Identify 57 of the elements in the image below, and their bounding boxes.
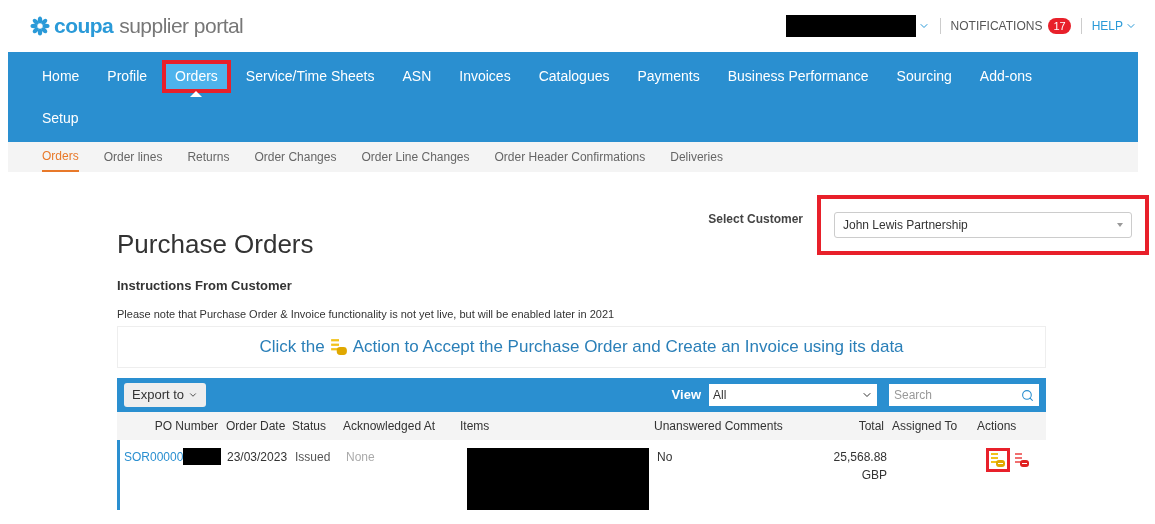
page-title: Purchase Orders: [117, 228, 315, 260]
nav-tab[interactable]: Profile: [98, 64, 157, 89]
table-cell-text: No: [656, 449, 674, 466]
sub-nav-tab[interactable]: Order Changes: [254, 142, 337, 172]
column-header[interactable]: Assigned To: [888, 417, 973, 435]
total-amount: 25,568.88: [833, 449, 887, 466]
column-header[interactable]: Acknowledged At: [339, 417, 456, 435]
export-to-button[interactable]: Export to: [124, 383, 207, 407]
nav-tab[interactable]: Invoices: [450, 64, 520, 89]
notification-count-badge: 17: [1048, 18, 1071, 34]
nav-tab[interactable]: Catalogues: [529, 64, 619, 89]
nav-tab[interactable]: Service/Time Sheets: [236, 64, 384, 89]
help-link[interactable]: HELP: [1091, 17, 1123, 35]
banner-text: Click the: [259, 336, 325, 359]
view-label: View: [671, 386, 701, 405]
logo-wordmark: coupa: [54, 13, 114, 40]
column-header[interactable]: Order Date: [222, 417, 288, 435]
caret-icon: [190, 91, 203, 97]
logo-subtitle: supplier portal: [119, 13, 244, 40]
nav-tab[interactable]: Sourcing: [887, 64, 961, 89]
column-header[interactable]: Actions: [973, 417, 1030, 435]
sub-nav-tab[interactable]: Returns: [187, 142, 230, 172]
sub-nav-tab[interactable]: Order Header Confirmations: [494, 142, 646, 172]
view-dropdown[interactable]: All: [709, 384, 877, 406]
banner-text: Action to Accept the Purchase Order and Create an Invoice using its data: [352, 336, 904, 359]
column-header[interactable]: Total: [803, 417, 888, 435]
chevron-down-icon: [188, 390, 199, 400]
invoice-action-icon[interactable]: [990, 452, 1006, 468]
column-header[interactable]: Unanswered Comments: [650, 417, 803, 435]
customer-dropdown[interactable]: John Lewis Partnership: [834, 212, 1132, 238]
invoice-action-icon: [328, 338, 349, 356]
sub-nav-tab[interactable]: Order Line Changes: [361, 142, 470, 172]
nav-tab[interactable]: Setup: [33, 106, 88, 131]
nav-tab[interactable]: Payments: [628, 64, 709, 89]
search-field[interactable]: Search: [889, 384, 1039, 406]
sub-nav-tab[interactable]: Deliveries: [670, 142, 723, 172]
dropdown-arrow-icon: [1117, 223, 1123, 227]
table-cell-text: Issued: [294, 449, 332, 466]
column-header[interactable]: Items: [456, 417, 650, 435]
reject-action-icon[interactable]: [1014, 452, 1030, 468]
instructions-text: Please note that Purchase Order & Invoice functionality is not yet live, but will be enabled later in 2021: [117, 306, 616, 322]
table-cell-text: None: [345, 449, 376, 466]
column-header[interactable]: Status: [288, 417, 339, 435]
search-icon[interactable]: [1021, 388, 1034, 402]
po-number-link[interactable]: SOR00000: [124, 448, 184, 466]
sub-nav-tab[interactable]: Order lines: [103, 142, 163, 172]
nav-tab[interactable]: Business Performance: [718, 64, 878, 89]
nav-tab[interactable]: ASN: [393, 64, 441, 89]
nav-tab[interactable]: Home: [33, 64, 89, 89]
notifications-link[interactable]: NOTIFICATIONS: [950, 17, 1043, 35]
logo-icon: [28, 16, 52, 36]
instructions-heading: Instructions From Customer: [117, 277, 293, 295]
currency-code: GBP: [861, 467, 887, 484]
nav-tab[interactable]: Add-ons: [970, 64, 1041, 89]
select-customer-label: Select Customer: [708, 211, 803, 228]
table-cell-text: 23/03/2023: [226, 449, 289, 466]
column-header[interactable]: PO Number: [117, 417, 222, 435]
